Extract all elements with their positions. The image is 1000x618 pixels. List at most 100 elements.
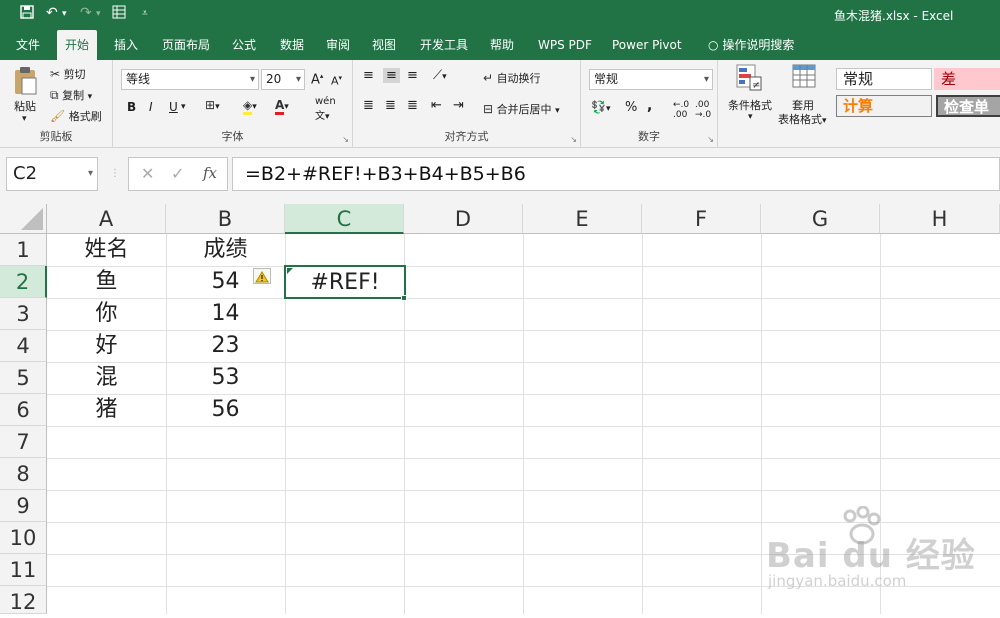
- row-header-12[interactable]: 12: [0, 586, 47, 614]
- font-color-button[interactable]: A▾: [275, 98, 289, 115]
- copy-button[interactable]: ⧉ 复制 ▾: [50, 87, 92, 103]
- paste-dropdown-icon[interactable]: ▾: [22, 114, 27, 124]
- cell-b1[interactable]: 成绩: [166, 234, 285, 266]
- column-header-g[interactable]: G: [761, 204, 880, 234]
- phonetic-button[interactable]: wén 文▾: [315, 96, 336, 122]
- decrease-decimal-icon[interactable]: .00 →.0: [695, 100, 711, 120]
- increase-indent-icon[interactable]: ⇥: [453, 98, 464, 113]
- cut-button[interactable]: ✂ 剪切: [50, 66, 86, 82]
- undo-icon[interactable]: ↶: [46, 5, 58, 21]
- cell-b5[interactable]: 53: [166, 362, 285, 394]
- bold-button[interactable]: B: [127, 100, 136, 114]
- percent-button[interactable]: %: [625, 100, 637, 115]
- tell-me-search[interactable]: ○ 操作说明搜索: [700, 30, 802, 60]
- row-header-7[interactable]: 7: [0, 426, 47, 458]
- column-header-c[interactable]: C: [285, 204, 404, 234]
- tab-insert[interactable]: 插入: [106, 30, 146, 60]
- column-header-b[interactable]: B: [166, 204, 285, 234]
- column-header-a[interactable]: A: [47, 204, 166, 234]
- align-center-icon[interactable]: ≣: [385, 98, 396, 113]
- style-bad[interactable]: 差: [934, 68, 1000, 90]
- tab-review[interactable]: 审阅: [318, 30, 358, 60]
- grow-font-button[interactable]: A▴: [311, 72, 323, 87]
- border-button[interactable]: ⊞▾: [205, 98, 220, 112]
- form-icon[interactable]: [112, 5, 126, 23]
- align-middle-icon[interactable]: ≡: [383, 68, 400, 83]
- number-dialog-launcher-icon[interactable]: ↘: [707, 135, 714, 144]
- tab-file[interactable]: 文件: [8, 30, 48, 60]
- row-header-11[interactable]: 11: [0, 554, 47, 586]
- row-header-2[interactable]: 2: [0, 266, 47, 298]
- conditional-format-icon[interactable]: ≠: [736, 64, 762, 95]
- underline-dropdown-icon[interactable]: ▾: [181, 102, 186, 112]
- tab-power-pivot[interactable]: Power Pivot: [604, 30, 690, 60]
- fill-handle[interactable]: [401, 295, 407, 301]
- font-dialog-launcher-icon[interactable]: ↘: [342, 135, 349, 144]
- merge-center-button[interactable]: ⊟ 合并后居中 ▾: [483, 101, 560, 117]
- align-top-icon[interactable]: ≡: [363, 68, 374, 83]
- comma-button[interactable]: ,: [647, 98, 652, 114]
- insert-function-icon[interactable]: fx: [203, 164, 217, 182]
- row-header-3[interactable]: 3: [0, 298, 47, 330]
- column-header-e[interactable]: E: [523, 204, 642, 234]
- redo-dropdown-icon[interactable]: ▾: [96, 9, 101, 19]
- fill-color-button[interactable]: ◈▾: [243, 98, 257, 115]
- redo-icon[interactable]: ↷: [80, 5, 92, 21]
- style-check-cell[interactable]: 检查单: [936, 95, 1000, 117]
- italic-button[interactable]: I: [149, 100, 153, 114]
- row-header-5[interactable]: 5: [0, 362, 47, 394]
- column-header-d[interactable]: D: [404, 204, 523, 234]
- paste-button[interactable]: 粘贴: [14, 98, 36, 114]
- font-name-select[interactable]: 等线 ▾: [121, 69, 259, 90]
- cancel-icon[interactable]: ✕: [141, 164, 154, 183]
- alignment-dialog-launcher-icon[interactable]: ↘: [570, 135, 577, 144]
- cell-b3[interactable]: 14: [166, 298, 285, 330]
- row-header-4[interactable]: 4: [0, 330, 47, 362]
- cell-a5[interactable]: 混: [47, 362, 166, 394]
- error-smart-tag[interactable]: [253, 268, 271, 284]
- shrink-font-button[interactable]: A▾: [331, 74, 342, 88]
- paste-icon[interactable]: [12, 66, 38, 99]
- format-as-table-button-line2[interactable]: 表格格式▾: [778, 111, 827, 127]
- number-format-select[interactable]: 常规 ▾: [589, 69, 713, 90]
- decrease-indent-icon[interactable]: ⇤: [431, 98, 442, 113]
- conditional-dropdown-icon[interactable]: ▾: [748, 112, 753, 122]
- tab-data[interactable]: 数据: [272, 30, 312, 60]
- tab-help[interactable]: 帮助: [482, 30, 522, 60]
- align-bottom-icon[interactable]: ≡: [407, 68, 418, 83]
- name-box[interactable]: C2 ▾: [6, 157, 98, 191]
- cell-a2[interactable]: 鱼: [47, 266, 166, 298]
- tab-page-layout[interactable]: 页面布局: [154, 30, 218, 60]
- save-icon[interactable]: [20, 5, 34, 23]
- tab-wps-pdf[interactable]: WPS PDF: [530, 30, 600, 60]
- font-size-select[interactable]: 20 ▾: [261, 69, 305, 90]
- cell-a1[interactable]: 姓名: [47, 234, 166, 266]
- tab-developer[interactable]: 开发工具: [412, 30, 476, 60]
- format-painter-button[interactable]: 🖌 格式刷: [50, 108, 102, 124]
- increase-decimal-icon[interactable]: ←.0.00: [673, 100, 689, 120]
- row-header-1[interactable]: 1: [0, 234, 47, 266]
- currency-button[interactable]: 💱▾: [591, 100, 610, 114]
- row-header-8[interactable]: 8: [0, 458, 47, 490]
- row-header-10[interactable]: 10: [0, 522, 47, 554]
- enter-icon[interactable]: ✓: [171, 164, 184, 183]
- column-header-h[interactable]: H: [880, 204, 1000, 234]
- cell-b4[interactable]: 23: [166, 330, 285, 362]
- wrap-text-button[interactable]: ↵ 自动换行: [483, 70, 541, 86]
- format-as-table-icon[interactable]: [792, 64, 818, 95]
- row-header-9[interactable]: 9: [0, 490, 47, 522]
- row-header-6[interactable]: 6: [0, 394, 47, 426]
- column-header-f[interactable]: F: [642, 204, 761, 234]
- underline-button[interactable]: U: [169, 100, 178, 114]
- align-right-icon[interactable]: ≣: [407, 98, 418, 113]
- align-left-icon[interactable]: ≣: [363, 98, 374, 113]
- conditional-format-button[interactable]: 条件格式: [728, 97, 772, 113]
- customize-icon[interactable]: ⩡: [142, 8, 148, 19]
- cell-b6[interactable]: 56: [166, 394, 285, 426]
- cell-a4[interactable]: 好: [47, 330, 166, 362]
- tab-home[interactable]: 开始: [57, 30, 98, 60]
- formula-input[interactable]: =B2+#REF!+B3+B4+B5+B6: [232, 157, 1000, 191]
- orientation-icon[interactable]: ⟋▾: [433, 68, 447, 83]
- cell-c2[interactable]: #REF!: [284, 265, 406, 299]
- tab-view[interactable]: 视图: [364, 30, 404, 60]
